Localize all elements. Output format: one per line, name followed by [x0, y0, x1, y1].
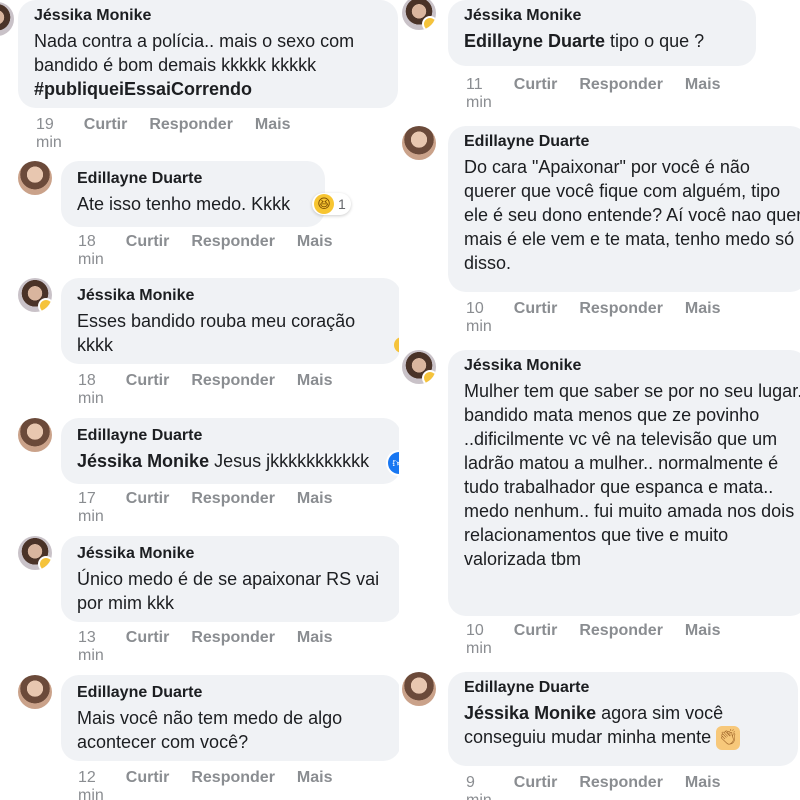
reply-button[interactable]: Responder: [579, 300, 663, 336]
comment-author[interactable]: Edillayne Duarte: [77, 684, 385, 702]
mention-link[interactable]: Jéssika Monike: [77, 451, 209, 471]
comment-author[interactable]: Edillayne Duarte: [464, 679, 782, 697]
more-button[interactable]: Mais: [685, 76, 721, 112]
timestamp[interactable]: 17 min: [78, 490, 104, 526]
more-button[interactable]: Mais: [297, 372, 333, 408]
clapping-hands-icon: 👏︎: [716, 726, 741, 751]
comment-bubble: Edillayne Duarte Do cara "Apaixonar" por…: [448, 126, 800, 292]
avatar[interactable]: [18, 418, 52, 452]
comment-column-right: Jéssika Monike Edillayne Duarte tipo o q…: [400, 0, 800, 800]
mention-link[interactable]: Edillayne Duarte: [464, 31, 605, 51]
like-button[interactable]: Curtir: [126, 769, 170, 800]
more-button[interactable]: Mais: [297, 629, 333, 665]
comment-bubble: Edillayne Duarte Mais você não tem medo …: [61, 675, 400, 761]
reaction-count[interactable]: 😆 1: [312, 193, 351, 215]
comment-actions: 9 min Curtir Responder Mais: [466, 774, 743, 800]
more-button[interactable]: Mais: [297, 769, 333, 800]
comment-actions: 17 min Curtir Responder Mais: [78, 490, 355, 526]
timestamp[interactable]: 13 min: [78, 629, 104, 665]
reply-button[interactable]: Responder: [149, 116, 233, 152]
comment-text: Jéssika Monike Jesus jkkkkkkkkkkk: [77, 451, 370, 471]
like-button[interactable]: Curtir: [84, 116, 128, 152]
like-button[interactable]: Curtir: [514, 622, 558, 658]
comment-column-left: Jéssika Monike Nada contra a polícia.. m…: [0, 0, 400, 800]
comment-author[interactable]: Jéssika Monike: [77, 287, 385, 305]
like-button[interactable]: Curtir: [514, 76, 558, 112]
comment-text: Mais você não tem medo de algo acontecer…: [77, 708, 343, 752]
mention-link[interactable]: Jéssika Monike: [464, 703, 596, 723]
timestamp[interactable]: 18 min: [78, 372, 104, 408]
avatar[interactable]: [18, 278, 52, 312]
timestamp[interactable]: 10 min: [466, 300, 492, 336]
comment-bubble: Jéssika Monike Único medo é de se apaixo…: [61, 536, 400, 622]
reply-button[interactable]: Responder: [579, 622, 663, 658]
comment-actions: 13 min Curtir Responder Mais: [78, 629, 355, 665]
comment-author[interactable]: Edillayne Duarte: [77, 170, 309, 188]
comment-bubble: Edillayne Duarte Jéssika Monike agora si…: [448, 672, 798, 766]
like-button[interactable]: Curtir: [514, 300, 558, 336]
more-button[interactable]: Mais: [685, 300, 721, 336]
avatar[interactable]: [0, 2, 14, 36]
comment-author[interactable]: Jéssika Monike: [464, 357, 792, 375]
comment-text: Esses bandido rouba meu coração kkkk: [77, 311, 356, 355]
comment-bubble: Jéssika Monike Mulher tem que saber se p…: [448, 350, 800, 616]
avatar[interactable]: [18, 675, 52, 709]
comment-actions: 10 min Curtir Responder Mais: [466, 622, 743, 658]
avatar[interactable]: [402, 350, 436, 384]
comment-actions: 19 min Curtir Responder Mais: [36, 116, 313, 152]
comment-bubble: Edillayne Duarte Jéssika Monike Jesus jk…: [61, 418, 400, 484]
comment-text: Edillayne Duarte tipo o que ?: [464, 31, 705, 51]
comment-bubble: Edillayne Duarte Ate isso tenho medo. Kk…: [61, 161, 325, 227]
more-button[interactable]: Mais: [297, 490, 333, 526]
comment-author[interactable]: Edillayne Duarte: [464, 133, 792, 151]
avatar[interactable]: [402, 126, 436, 160]
like-button[interactable]: Curtir: [126, 372, 170, 408]
comment-text: Do cara "Apaixonar" por você é não quere…: [464, 157, 800, 273]
reply-button[interactable]: Responder: [191, 769, 275, 800]
more-button[interactable]: Mais: [685, 774, 721, 800]
comment-bubble: Jéssika Monike Edillayne Duarte tipo o q…: [448, 0, 756, 66]
reply-button[interactable]: Responder: [191, 372, 275, 408]
timestamp[interactable]: 19 min: [36, 116, 62, 152]
timestamp[interactable]: 10 min: [466, 622, 492, 658]
hashtag-link[interactable]: #publiqueiEssaiCorrendo: [34, 77, 382, 101]
comment-text: Jéssika Monike agora sim você conseguiu …: [464, 701, 794, 751]
laughing-face-icon: 😆: [314, 194, 334, 214]
like-button[interactable]: Curtir: [514, 774, 558, 800]
reply-button[interactable]: Responder: [191, 490, 275, 526]
comment-actions: 11 min Curtir Responder Mais: [466, 76, 743, 112]
comment-author[interactable]: Edillayne Duarte: [77, 427, 385, 445]
reply-button[interactable]: Responder: [191, 629, 275, 665]
comment-text: Único medo é de se apaixonar RS vai por …: [77, 569, 380, 613]
avatar[interactable]: [402, 672, 436, 706]
more-button[interactable]: Mais: [297, 233, 333, 269]
comment-actions: 18 min Curtir Responder Mais: [78, 233, 355, 269]
like-button[interactable]: Curtir: [126, 233, 170, 269]
timestamp[interactable]: 18 min: [78, 233, 104, 269]
reply-button[interactable]: Responder: [579, 76, 663, 112]
comment-author[interactable]: Jéssika Monike: [34, 7, 382, 25]
timestamp[interactable]: 11 min: [466, 76, 492, 112]
comment-author[interactable]: Jéssika Monike: [77, 545, 385, 563]
comment-text: Nada contra a polícia.. mais o sexo com …: [34, 29, 382, 101]
timestamp[interactable]: 9 min: [466, 774, 492, 800]
timestamp[interactable]: 12 min: [78, 769, 104, 800]
comment-text: Mulher tem que saber se por no seu lugar…: [464, 381, 800, 569]
avatar[interactable]: [18, 161, 52, 195]
avatar[interactable]: [18, 536, 52, 570]
comment-bubble: Jéssika Monike Esses bandido rouba meu c…: [61, 278, 400, 364]
reply-button[interactable]: Responder: [579, 774, 663, 800]
reply-button[interactable]: Responder: [191, 233, 275, 269]
comment-actions: 12 min Curtir Responder Mais: [78, 769, 355, 800]
more-button[interactable]: Mais: [255, 116, 291, 152]
avatar[interactable]: [402, 0, 436, 30]
comment-actions: 18 min Curtir Responder Mais: [78, 372, 355, 408]
like-button[interactable]: Curtir: [126, 629, 170, 665]
comment-text: Ate isso tenho medo. Kkkk: [77, 194, 291, 214]
like-button[interactable]: Curtir: [126, 490, 170, 526]
comment-author[interactable]: Jéssika Monike: [464, 7, 740, 25]
comment-bubble: Jéssika Monike Nada contra a polícia.. m…: [18, 0, 398, 108]
comment-actions: 10 min Curtir Responder Mais: [466, 300, 743, 336]
more-button[interactable]: Mais: [685, 622, 721, 658]
